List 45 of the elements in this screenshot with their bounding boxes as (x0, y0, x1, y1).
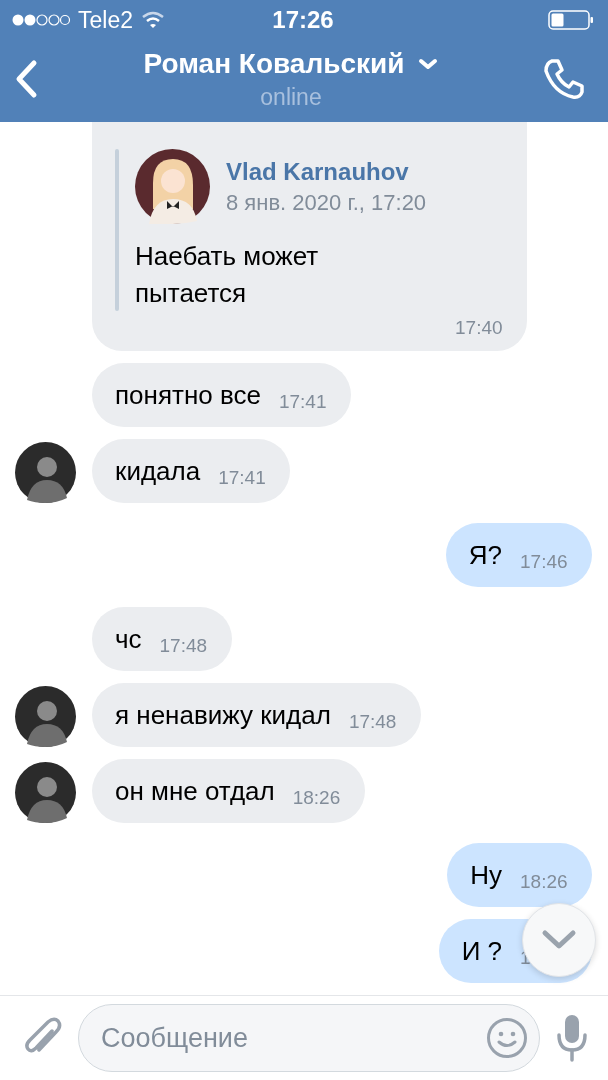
microphone-icon[interactable] (556, 1013, 588, 1063)
battery-icon (548, 10, 594, 30)
message-time: 17:48 (159, 635, 209, 657)
message-bubble[interactable]: он мне отдал 18:26 (92, 759, 365, 823)
message-time: 17:46 (520, 551, 569, 573)
chevron-down-icon (541, 929, 577, 951)
message-text: Ну (470, 859, 502, 891)
message-text: понятно все (115, 379, 261, 411)
wifi-icon (141, 11, 165, 29)
user-avatar[interactable] (15, 686, 76, 747)
message-bubble[interactable]: Ну 18:26 (447, 843, 592, 907)
message-time: 18:26 (520, 871, 569, 893)
message-time: 17:41 (218, 467, 267, 489)
message-time: 17:41 (278, 391, 328, 413)
message-text: кидала (115, 455, 201, 487)
status-time: 17:26 (272, 6, 334, 34)
online-status: online (260, 83, 322, 111)
message-text: он мне отдал (115, 775, 275, 807)
signal-icon (12, 13, 70, 27)
message-text: я ненавижу кидал (115, 699, 331, 731)
message-bubble[interactable]: Vlad Karnauhov 8 янв. 2020 г., 17:20 Наебать может пытается 17:40 (92, 122, 527, 351)
scroll-down-button[interactable] (522, 903, 596, 977)
smiley-icon[interactable] (486, 1017, 528, 1059)
carrier-name: Tele2 (78, 6, 133, 34)
user-avatar[interactable] (15, 442, 76, 503)
message-bubble[interactable]: кидала 17:41 (92, 439, 291, 503)
message-time: 18:26 (292, 787, 342, 809)
message-time: 17:48 (348, 711, 398, 733)
message-input-field[interactable]: Сообщение (78, 1004, 540, 1072)
contact-name[interactable]: Роман Ковальский (143, 47, 405, 80)
message-bubble[interactable]: понятно все 17:41 (92, 363, 351, 427)
phone-icon[interactable] (542, 57, 586, 101)
message-text: чс (115, 623, 142, 655)
author-name[interactable]: Vlad Karnauhov (226, 157, 427, 186)
message-bubble[interactable]: чс 17:48 (92, 607, 232, 671)
author-avatar[interactable] (135, 149, 210, 225)
chevron-down-icon[interactable] (418, 57, 439, 70)
forward-date: 8 янв. 2020 г., 17:20 (226, 189, 427, 216)
message-bubble[interactable]: я ненавижу кидал 17:48 (92, 683, 421, 747)
message-bubble[interactable]: Я? 17:46 (445, 523, 592, 587)
message-time: 17:40 (455, 317, 504, 339)
message-text: И ? (461, 935, 502, 967)
message-text: Наебать может пытается (135, 240, 320, 310)
user-avatar[interactable] (15, 762, 76, 823)
message-text: Я? (468, 539, 502, 571)
